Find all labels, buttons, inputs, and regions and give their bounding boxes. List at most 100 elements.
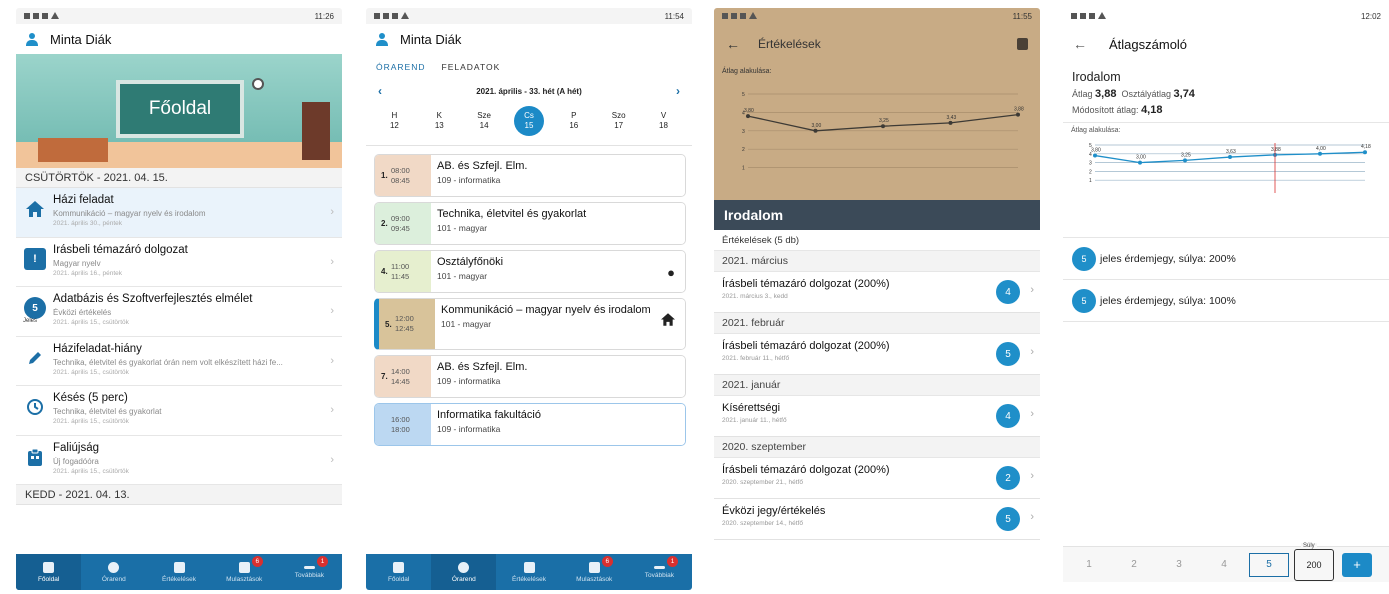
grade-option-4[interactable]: 4 [1204, 553, 1244, 577]
chevron-left-icon[interactable]: ‹ [378, 84, 382, 98]
grade-option-3[interactable]: 3 [1159, 553, 1199, 577]
lesson-room: 109 - informatika [437, 376, 501, 386]
data-point [881, 124, 885, 129]
day-sun[interactable]: V 18 [648, 106, 678, 138]
y-tick-label: 3 [1089, 161, 1092, 167]
more-icon [303, 565, 315, 569]
lesson-card[interactable]: 1. 08:00 08:45 AB. és Szfejl. Elm. 109 - inf… [374, 154, 686, 197]
nav-home[interactable]: Főoldal [366, 554, 431, 590]
added-grade-row[interactable]: 5 jeles érdemjegy, súlya: 200% [1063, 238, 1389, 280]
nav-timetable[interactable]: Órarend [431, 554, 497, 590]
day-fri[interactable]: P 16 [559, 106, 589, 138]
data-point [1318, 151, 1322, 156]
lesson-card[interactable]: 4. 11:00 11:45 Osztályfőnöki 101 - magyar ● [374, 250, 686, 293]
nav-grades[interactable]: Értékelések [146, 554, 211, 590]
grade-option-5[interactable]: 5 [1249, 552, 1289, 577]
list-item-homework[interactable]: Házi feladat Kommunikáció – magyar nyelv … [16, 188, 342, 238]
shelf-illustration [302, 102, 330, 160]
nav-absences[interactable]: Mulasztások 6 [212, 554, 277, 590]
weight-input[interactable]: Súly 200 [1294, 542, 1334, 581]
back-arrow-icon[interactable]: ← [726, 36, 740, 52]
month-header: 2020. szeptember [714, 437, 1040, 458]
user-header[interactable]: Minta Diák [16, 24, 342, 54]
nav-timetable[interactable]: Órarend [81, 554, 146, 590]
lesson-title: AB. és Szfejl. Elm. [437, 160, 528, 172]
app-bar: ← Átlagszámoló [1063, 24, 1389, 64]
y-tick-label: 5 [742, 92, 745, 98]
nav-more[interactable]: Továbbiak 1 [627, 554, 692, 590]
y-tick-label: 2 [1089, 169, 1092, 175]
nav-home[interactable]: Főoldal [16, 554, 82, 590]
timer-icon [24, 396, 46, 418]
nav-grades[interactable]: Értékelések [496, 554, 561, 590]
data-point [1138, 160, 1142, 165]
day-wed[interactable]: Sze 14 [469, 106, 499, 138]
tab-tasks[interactable]: FELADATOK [442, 62, 501, 72]
nav-more[interactable]: Továbbiak 1 [277, 554, 342, 590]
clock: 11:26 [314, 11, 334, 21]
grade-row[interactable]: Írásbeli témazáró dolgozat (200%) 2021. f… [714, 334, 1040, 375]
nav-absences[interactable]: Mulasztások 6 [562, 554, 627, 590]
lesson-room: 101 - magyar [441, 319, 492, 329]
more-icon [653, 565, 665, 569]
grade-badge: 5 [1072, 246, 1096, 271]
calculator-icon[interactable] [1017, 38, 1028, 50]
badge-more: 1 [667, 556, 679, 567]
day-tue[interactable]: K 13 [424, 106, 454, 138]
item-sub: Technika, életvitel és gyakorlat [53, 407, 162, 416]
back-arrow-icon[interactable]: ← [1073, 36, 1087, 52]
day-thu[interactable]: Cs 15 [513, 106, 544, 136]
grade-option-2[interactable]: 2 [1114, 553, 1154, 577]
chevron-right-icon: › [330, 404, 334, 416]
phone-timetable: 11:54 Minta Diák ÓRAREND FELADATOK ‹ 202… [366, 8, 692, 590]
add-grade-button[interactable]: + [1342, 552, 1372, 577]
y-tick-label: 3 [742, 129, 745, 135]
status-bar: 11:54 [366, 8, 692, 24]
grade-badge: 4 [996, 404, 1020, 428]
grade-circle-icon: 5 [24, 297, 46, 319]
day-mon[interactable]: H 12 [379, 106, 409, 138]
grade-row[interactable]: Írásbeli témazáró dolgozat (200%) 2020. s… [714, 458, 1040, 499]
lesson-card[interactable]: 2. 09:00 09:45 Technika, életvitel és gyako… [374, 202, 686, 245]
day-header: KEDD - 2021. 04. 13. [16, 485, 342, 505]
data-label: 3,88 [1014, 107, 1024, 113]
tab-timetable[interactable]: ÓRAREND [376, 62, 426, 72]
lesson-title: Kommunikáció – magyar nyelv és irodalom [441, 304, 651, 316]
lesson-title: Technika, életvitel és gyakorlat [437, 208, 587, 220]
list-item-exam[interactable]: ! Írásbeli témazáró dolgozat Magyar nyelv… [16, 238, 342, 287]
book-icon [173, 561, 185, 573]
lesson-time: 4. 11:00 11:45 [375, 251, 431, 292]
grade-option-1[interactable]: 1 [1069, 553, 1109, 577]
clock-icon [108, 561, 120, 573]
grade-row[interactable]: Évközi jegy/értékelés 2020. szeptember 14… [714, 499, 1040, 540]
grade-row[interactable]: Írásbeli témazáró dolgozat (200%) 2021. m… [714, 272, 1040, 313]
grade-row[interactable]: Kísérettségi 2021. január 11., hétfő 4 › [714, 396, 1040, 437]
lesson-card[interactable]: 16:00 18:00 Informatika fakultáció 109 - in… [374, 403, 686, 446]
user-name: Minta Diák [400, 31, 462, 47]
status-bar: 11:26 [16, 8, 342, 24]
list-item-grade[interactable]: 5 Jeles Adatbázis és Szoftverfejlesztés … [16, 287, 342, 337]
clock: 12:02 [1360, 11, 1381, 21]
person-icon [26, 32, 38, 46]
grade-badge: 5 [1072, 288, 1096, 313]
data-label: 3,63 [1226, 149, 1236, 155]
week-navigator: ‹ 2021. április - 33. hét (A hét) › [366, 72, 692, 98]
lesson-title: Osztályfőnöki [437, 256, 504, 268]
item-sub: Technika, életvitel és gyakorlat órán ne… [53, 357, 283, 367]
lesson-card[interactable]: 7. 14:00 14:45 AB. és Szfejl. Elm. 109 - inf… [374, 355, 686, 398]
lesson-card-current[interactable]: 5. 12:00 12:45 Kommunikáció – magyar nyelv … [374, 298, 686, 350]
data-label: 3,00 [812, 123, 822, 129]
day-sat[interactable]: Szo 17 [604, 106, 634, 138]
item-date: 2021. április 30., péntek [53, 220, 123, 227]
user-header[interactable]: Minta Diák [366, 24, 692, 54]
list-item-late[interactable]: Késés (5 perc) Technika, életvitel és gya… [16, 386, 342, 436]
lesson-room: 109 - informatika [437, 424, 501, 434]
list-item-missing-homework[interactable]: Házifeladat-hiány Technika, életvitel és … [16, 337, 342, 386]
chevron-right-icon: › [1030, 470, 1034, 482]
list-item-noticeboard[interactable]: Faliújság Új fogadóóra 2021. április 15., … [16, 436, 342, 485]
lesson-title: Informatika fakultáció [437, 409, 541, 421]
chevron-right-icon[interactable]: › [676, 84, 680, 98]
data-label: 4,18 [1361, 144, 1371, 150]
added-grade-row[interactable]: 5 jeles érdemjegy, súlya: 100% [1063, 280, 1389, 322]
item-title: Faliújság [53, 441, 100, 454]
